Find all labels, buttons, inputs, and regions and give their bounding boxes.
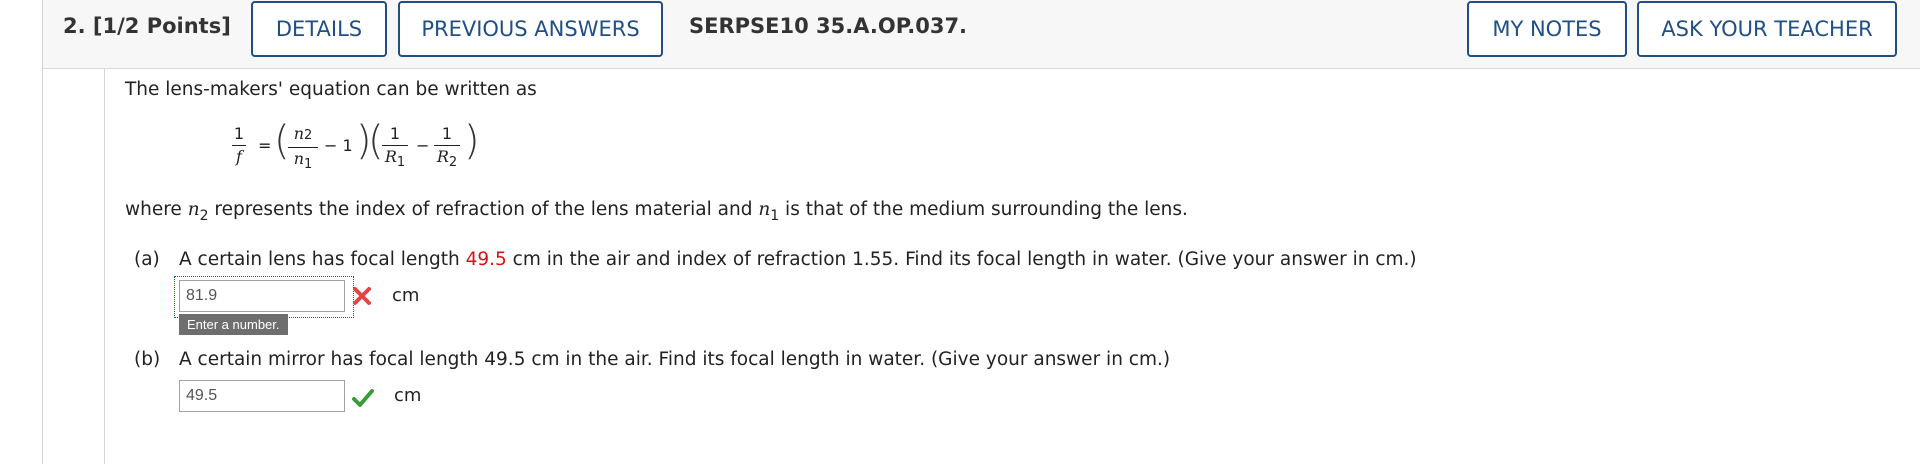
where-n1-sub: 1 bbox=[770, 208, 780, 224]
where-prefix: where bbox=[125, 199, 188, 220]
index-ratio-fraction: n2 n1 bbox=[288, 124, 318, 172]
where-mid: represents the index of refraction of th… bbox=[208, 199, 759, 220]
where-n2-sub: 2 bbox=[199, 208, 209, 224]
part-a-highlight-value: 49.5 bbox=[465, 249, 507, 270]
assignment-id: SERPSE10 35.A.OP.037. bbox=[689, 14, 968, 38]
checkmark-icon bbox=[352, 388, 374, 412]
question-header: 2. [1/2 Points] DETAILS PREVIOUS ANSWERS… bbox=[43, 0, 1920, 69]
n1-symbol: n bbox=[293, 149, 305, 168]
minus-sign: − bbox=[416, 136, 430, 155]
part-b-answer-input[interactable] bbox=[179, 380, 345, 412]
where-text: where n2 represents the index of refract… bbox=[125, 199, 1188, 224]
n2-symbol: n bbox=[293, 124, 305, 143]
r2-subscript: 2 bbox=[448, 155, 458, 170]
part-b-label: (b) bbox=[134, 349, 161, 370]
previous-answers-button[interactable]: PREVIOUS ANSWERS bbox=[398, 1, 663, 57]
part-a-text-before: A certain lens has focal length bbox=[179, 249, 466, 270]
where-suffix: is that of the medium surrounding the le… bbox=[779, 199, 1188, 220]
part-a-unit: cm bbox=[392, 285, 420, 306]
question-number-label: 2. bbox=[63, 14, 86, 38]
n1-subscript: 1 bbox=[304, 157, 313, 172]
lhs-fraction: 1 f bbox=[232, 125, 246, 166]
question-number: 2. [1/2 Points] bbox=[63, 14, 231, 38]
x-icon bbox=[352, 286, 372, 310]
where-n2: n bbox=[187, 199, 200, 220]
r1-subscript: 1 bbox=[396, 155, 406, 170]
r2-fraction: 1 R2 bbox=[434, 124, 460, 170]
points-label: [1/2 Points] bbox=[92, 14, 231, 38]
minus-one: − 1 bbox=[324, 136, 353, 155]
part-a-question: A certain lens has focal length 49.5 cm … bbox=[179, 249, 1417, 270]
where-n1: n bbox=[758, 199, 771, 220]
ask-your-teacher-button[interactable]: ASK YOUR TEACHER bbox=[1637, 1, 1897, 57]
right-paren-2: ) bbox=[464, 118, 480, 164]
n2-subscript: 2 bbox=[304, 128, 313, 143]
part-a-label: (a) bbox=[134, 249, 160, 270]
part-b-question: A certain mirror has focal length 49.5 c… bbox=[179, 349, 1171, 370]
details-button[interactable]: DETAILS bbox=[251, 1, 387, 57]
r2-numerator: 1 bbox=[441, 124, 453, 143]
part-a-text-after: cm in the air and index of refraction 1.… bbox=[506, 249, 1417, 270]
r1-fraction: 1 R1 bbox=[382, 124, 408, 170]
lens-makers-equation: 1 f = ( n2 n1 − 1 ) ( 1 R1 − 1 R2 ) bbox=[220, 118, 490, 183]
part-b-unit: cm bbox=[394, 385, 422, 406]
lhs-denominator: f bbox=[236, 147, 242, 166]
part-a-answer-input[interactable] bbox=[179, 280, 345, 312]
r1-numerator: 1 bbox=[389, 124, 401, 143]
input-tooltip: Enter a number. bbox=[179, 314, 288, 335]
intro-text: The lens-makers' equation can be written… bbox=[125, 79, 537, 100]
lhs-numerator: 1 bbox=[233, 124, 245, 143]
my-notes-button[interactable]: MY NOTES bbox=[1467, 1, 1627, 57]
equals-sign: = bbox=[258, 136, 272, 155]
r2-symbol: R bbox=[436, 147, 449, 166]
r1-symbol: R bbox=[384, 147, 397, 166]
